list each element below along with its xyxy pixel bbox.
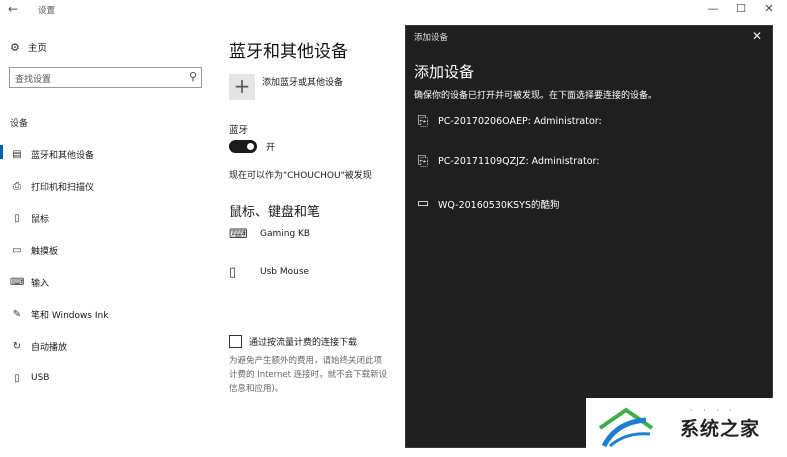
usb-icon: ▯ — [14, 372, 20, 384]
dialog-close-icon[interactable]: ✕ — [752, 29, 762, 43]
section-label: 设备 — [10, 119, 29, 129]
sidebar-item-label: USB — [31, 373, 50, 383]
metered-download-checkbox[interactable] — [229, 335, 242, 348]
bluetooth-devices-icon: ▤ — [12, 148, 22, 160]
computer-icon: ⎘ — [417, 114, 429, 129]
page-title: 蓝牙和其他设备 — [229, 42, 348, 62]
sidebar-item-label: 自动播放 — [31, 342, 68, 353]
device-item-usb-mouse[interactable]: ▯ Usb Mouse — [229, 265, 309, 280]
sidebar-item-usb[interactable]: ▯ USB — [0, 362, 215, 394]
sidebar-home[interactable]: ⚙ 主页 — [10, 40, 47, 55]
keyboard-icon: ⌨ — [229, 227, 248, 242]
sidebar-item-label: 打印机和扫描仪 — [31, 182, 95, 193]
minimize-button[interactable]: — — [706, 2, 720, 15]
dialog-device-item[interactable]: ⎘ PC-20170206OAEP: Administrator: — [414, 114, 602, 129]
sidebar-home-label: 主页 — [27, 43, 47, 54]
dialog-bar-title: 添加设备 — [414, 33, 449, 43]
toggle-knob — [247, 143, 254, 150]
discoverable-text: 现在可以作为"CHOUCHOU"被发现 — [229, 171, 372, 181]
close-button[interactable]: ✕ — [762, 2, 776, 15]
dialog-device-name: PC-20171109QZJZ: Administrator: — [438, 156, 600, 167]
sidebar-item-touchpad[interactable]: ▭ 触摸板 — [0, 234, 215, 266]
search-placeholder: 查找设置 — [15, 75, 52, 85]
bluetooth-toggle[interactable] — [229, 140, 257, 153]
sidebar-item-bluetooth[interactable]: ▤ 蓝牙和其他设备 — [0, 138, 215, 170]
mouse-icon: ▯ — [14, 212, 20, 224]
bluetooth-state: 开 — [266, 143, 276, 153]
metered-description: 为避免产生额外的费用，请始终关闭此项 计费的 Internet 连接时，就不会下… — [229, 354, 407, 398]
dialog-title: 添加设备 — [414, 63, 475, 81]
maximize-button[interactable]: ☐ — [734, 2, 748, 15]
dialog-description: 确保你的设备已打开并可被发现。在下面选择要连接的设备。 — [414, 91, 658, 101]
sidebar-item-label: 鼠标 — [31, 214, 50, 225]
monitor-icon: ▭ — [416, 196, 430, 211]
sidebar-item-label: 笔和 Windows Ink — [31, 310, 109, 321]
metered-description-line: 为避免产生额外的费用，请始终关闭此项 — [229, 356, 383, 366]
device-item-gaming-kb[interactable]: ⌨ Gaming KB — [229, 227, 310, 242]
metered-download-label[interactable]: 通过按流量计费的连接下载 — [249, 335, 357, 348]
sidebar-item-autoplay[interactable]: ↻ 自动播放 — [0, 330, 215, 362]
sidebar-item-typing[interactable]: ⌨ 输入 — [0, 266, 215, 298]
sidebar-nav: ▤ 蓝牙和其他设备 ⎙ 打印机和扫描仪 ▯ 鼠标 ▭ 触摸板 ⌨ 输入 ✎ 笔和… — [0, 138, 215, 394]
printer-icon: ⎙ — [13, 180, 21, 192]
devices-heading: 鼠标、键盘和笔 — [229, 205, 321, 220]
sidebar-item-label: 触摸板 — [31, 246, 59, 257]
watermark: · · · · 系统之家 — [586, 398, 787, 457]
metered-description-line: 计费的 Internet 连接时，就不会下载新设 — [229, 370, 388, 380]
sidebar-item-mouse[interactable]: ▯ 鼠标 — [0, 202, 215, 234]
dialog-device-item[interactable]: ▭ WQ-20160530KSYS的酷狗 — [414, 196, 560, 211]
add-device-label[interactable]: 添加蓝牙或其他设备 — [262, 75, 343, 88]
mouse-icon: ▯ — [229, 265, 237, 280]
bluetooth-label: 蓝牙 — [229, 125, 249, 136]
device-name: Usb Mouse — [260, 267, 310, 277]
gear-icon: ⚙ — [10, 40, 20, 54]
watermark-text: 系统之家 — [680, 418, 761, 440]
autoplay-icon: ↻ — [12, 340, 22, 352]
watermark-logo-icon — [598, 407, 654, 448]
sidebar-item-printers[interactable]: ⎙ 打印机和扫描仪 — [0, 170, 215, 202]
touchpad-icon: ▭ — [12, 244, 22, 256]
add-device-button[interactable]: + — [229, 74, 255, 100]
window-title: 设置 — [38, 6, 56, 16]
dialog-device-name: WQ-20160530KSYS的酷狗 — [438, 199, 560, 211]
title-bar: ← 设置 — ☐ ✕ — [0, 0, 787, 20]
add-device-dialog: 添加设备 ✕ 添加设备 确保你的设备已打开并可被发现。在下面选择要连接的设备。 … — [405, 25, 773, 448]
computer-icon: ⎘ — [417, 154, 429, 169]
sidebar-item-pen[interactable]: ✎ 笔和 Windows Ink — [0, 298, 215, 330]
search-icon[interactable]: ⚲ — [189, 70, 197, 83]
back-arrow-icon[interactable]: ← — [8, 2, 18, 16]
dialog-device-name: PC-20170206OAEP: Administrator: — [438, 116, 602, 127]
search-input[interactable]: 查找设置 ⚲ — [9, 67, 202, 88]
keyboard-icon: ⌨ — [10, 276, 25, 288]
sidebar-item-label: 蓝牙和其他设备 — [31, 150, 95, 161]
dialog-device-item[interactable]: ⎘ PC-20171109QZJZ: Administrator: — [414, 154, 600, 169]
pen-icon: ✎ — [12, 308, 22, 320]
device-name: Gaming KB — [260, 229, 311, 239]
metered-description-line: 信息和应用)。 — [229, 384, 284, 394]
sidebar-item-label: 输入 — [31, 278, 50, 289]
